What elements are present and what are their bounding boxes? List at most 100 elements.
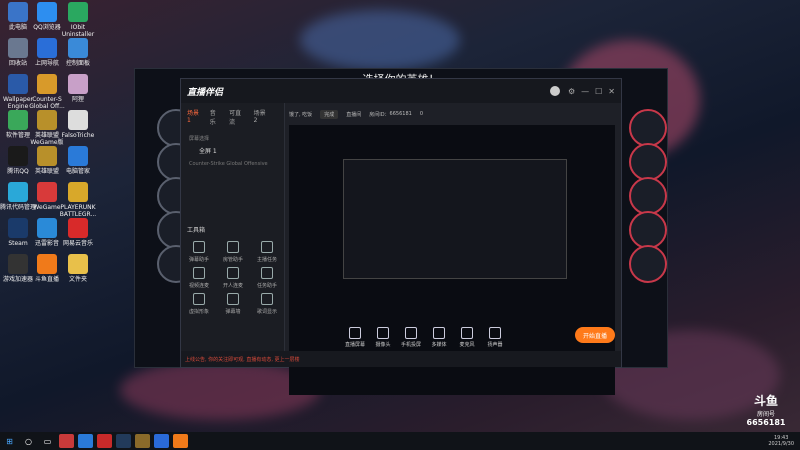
- tool-icon: [227, 267, 239, 279]
- tool-3[interactable]: 视频连麦: [185, 267, 213, 289]
- minimize-icon[interactable]: —: [581, 87, 589, 96]
- qq-browser-icon: [37, 2, 57, 22]
- control-button-4[interactable]: 麦克风: [455, 327, 479, 348]
- wegame-icon[interactable]: [59, 434, 74, 448]
- lol-icon-2: [37, 146, 57, 166]
- lol-icon[interactable]: [135, 434, 150, 448]
- app-titlebar: 直播伴侣 ⚙ — ☐ ✕: [181, 79, 621, 103]
- champion-slot-right[interactable]: [629, 211, 667, 249]
- champion-slot-right[interactable]: [629, 109, 667, 147]
- pubg-icon: [68, 182, 88, 202]
- tool-0[interactable]: 弹幕助手: [185, 241, 213, 263]
- pc-manager-icon: [68, 146, 88, 166]
- control-button-5[interactable]: 扬声器: [483, 327, 507, 348]
- qq-icon: [8, 146, 28, 166]
- software-manager-icon: [8, 110, 28, 130]
- status-text: 上线公告, 你的关注即可观, 直播有动态, 更上一层楼: [185, 356, 300, 363]
- iobit-shortcut[interactable]: IObit Uninstaller: [58, 2, 98, 38]
- champion-slot-right[interactable]: [629, 245, 667, 283]
- folder-icon: [68, 254, 88, 274]
- xunlei-icon: [37, 218, 57, 238]
- tool-7[interactable]: 弹幕墙: [219, 293, 247, 315]
- recycle-bin-icon: [8, 38, 28, 58]
- status-badge[interactable]: 完成: [320, 109, 339, 119]
- tab-scene-1[interactable]: 场景1: [187, 108, 201, 126]
- room-id: 6656181: [389, 111, 412, 117]
- tool-label: 视频连麦: [188, 283, 209, 289]
- tab-stream[interactable]: 可直流: [229, 108, 245, 126]
- ali-shortcut[interactable]: 阿狸: [58, 74, 98, 103]
- netease-music-shortcut[interactable]: 网易云音乐: [58, 218, 98, 247]
- tool-label: 开人连麦: [222, 283, 243, 289]
- source-sub: 屏幕选择: [189, 136, 210, 142]
- settings-icon[interactable]: ⚙: [568, 87, 575, 96]
- ali-icon: [68, 74, 88, 94]
- windows-start-icon[interactable]: ⊞: [2, 434, 17, 448]
- control-panel-shortcut[interactable]: 控制面板: [58, 38, 98, 67]
- control-label: 麦克风: [459, 342, 475, 348]
- pc-manager-shortcut[interactable]: 电脑管家: [58, 146, 98, 175]
- preview-header: 饿了, 吃饭 完成 直播间 房间ID： 6656181 0: [289, 107, 423, 121]
- maximize-icon[interactable]: ☐: [595, 87, 602, 96]
- lol-icon: [37, 110, 57, 130]
- source-item[interactable]: 全屏 1: [199, 146, 266, 155]
- tool-label: 弹幕墙: [225, 309, 241, 315]
- app-logo: 直播伴侣: [187, 87, 224, 98]
- champion-slot-right[interactable]: [629, 177, 667, 215]
- accelerator-icon: [8, 254, 28, 274]
- tool-4[interactable]: 开人连麦: [219, 267, 247, 289]
- tool-8[interactable]: 歌词显示: [253, 293, 281, 315]
- tool-6[interactable]: 虚拟形象: [185, 293, 213, 315]
- desktop-icon-label: IObit Uninstaller: [61, 24, 95, 38]
- control-icon: [405, 327, 417, 339]
- streaming-app-window[interactable]: 直播伴侣 ⚙ — ☐ ✕ 场景1 音乐 可直流 场景 2 屏幕选择 全屏 1 C…: [180, 78, 622, 395]
- tool-2[interactable]: 主播任务: [253, 241, 281, 263]
- falsotriche-shortcut[interactable]: FalsoTriche: [58, 110, 98, 139]
- search-icon[interactable]: ○: [21, 434, 36, 448]
- watermark-sub: 房间号: [756, 411, 775, 418]
- steam-icon: [8, 218, 28, 238]
- tool-label: 虚拟形象: [188, 309, 209, 315]
- folder-shortcut[interactable]: 文件夹: [58, 254, 98, 283]
- control-button-1[interactable]: 摄像头: [371, 327, 395, 348]
- desktop-icon-label: 网易云音乐: [62, 240, 93, 247]
- control-button-0[interactable]: 直播屏幕: [343, 327, 367, 348]
- desktop-icon-label: 阿狸: [71, 96, 84, 103]
- wallpaper-engine-icon: [8, 74, 28, 94]
- tab-scene-2[interactable]: 场景 2: [254, 108, 269, 126]
- desktop-icon-label: FalsoTriche: [61, 132, 95, 139]
- falsotriche-icon: [68, 110, 88, 130]
- wegame-icon: [37, 182, 57, 202]
- control-label: 摄像头: [375, 342, 391, 348]
- tool-icon: [261, 293, 273, 305]
- control-icon: [349, 327, 361, 339]
- tool-5[interactable]: 任务助手: [253, 267, 281, 289]
- task-view-icon[interactable]: ▭: [40, 434, 55, 448]
- source-game[interactable]: Counter-Strike Global Offensive: [189, 161, 276, 167]
- tab-music[interactable]: 音乐: [210, 108, 220, 126]
- close-icon[interactable]: ✕: [608, 87, 615, 96]
- tool-icon: [261, 241, 273, 253]
- tool-label: 房管助手: [222, 257, 243, 263]
- control-button-3[interactable]: 多媒体: [427, 327, 451, 348]
- tool-label: 歌词显示: [256, 309, 277, 315]
- clock[interactable]: 19:43 2021/9/30: [768, 435, 794, 447]
- tool-icon: [227, 241, 239, 253]
- nickname: 饿了, 吃饭: [289, 111, 313, 118]
- pc-manager-icon[interactable]: [154, 434, 169, 448]
- tool-1[interactable]: 房管助手: [219, 241, 247, 263]
- start-live-button[interactable]: 开始直播: [575, 327, 615, 343]
- qq-browser-icon[interactable]: [78, 434, 93, 448]
- tool-icon: [193, 241, 205, 253]
- control-button-2[interactable]: 手机投屏: [399, 327, 423, 348]
- douyu-watermark: 斗鱼 房间号 6656181: [744, 392, 788, 427]
- champion-slot-right[interactable]: [629, 143, 667, 181]
- pubg-shortcut[interactable]: PLAYERUNK BATTLEGR...: [58, 182, 98, 218]
- steam-icon[interactable]: [116, 434, 131, 448]
- douyu-icon[interactable]: [173, 434, 188, 448]
- room-label: 直播间: [346, 111, 362, 118]
- netease-icon[interactable]: [97, 434, 112, 448]
- tool-label: 主播任务: [256, 257, 277, 263]
- tool-icon: [227, 293, 239, 305]
- avatar[interactable]: [549, 86, 560, 96]
